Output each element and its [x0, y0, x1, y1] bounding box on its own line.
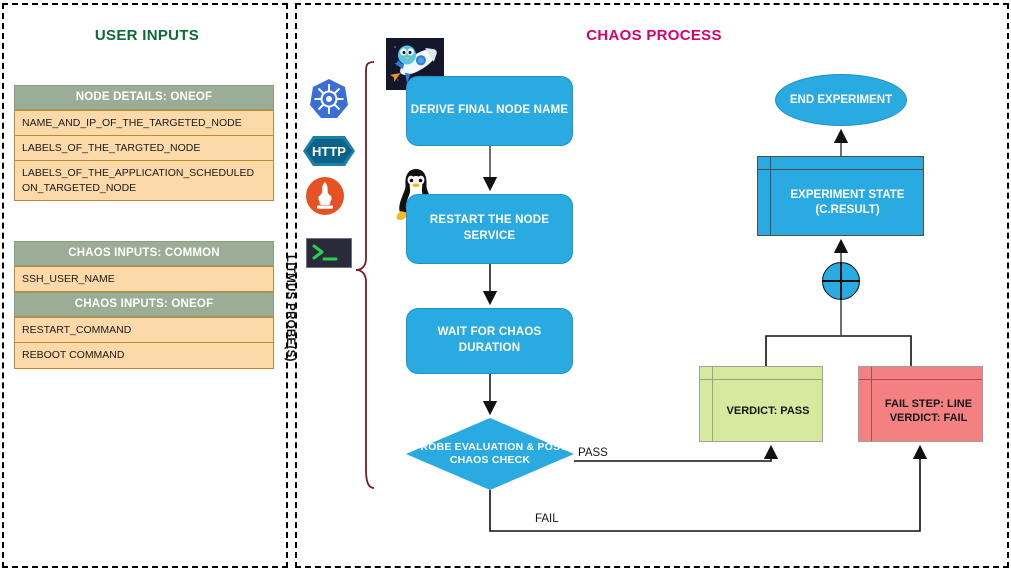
table-row[interactable]: LABELS_OF_THE_APPLICATION_SCHEDULED ON_T…: [14, 161, 274, 201]
edge-label-pass: PASS: [578, 447, 608, 459]
table-row[interactable]: REBOOT COMMAND: [14, 343, 274, 369]
command-terminal-icon: [306, 238, 352, 268]
table-row[interactable]: LABELS_OF_THE_TARGTED_NODE: [14, 136, 274, 162]
object-left-column: [859, 367, 872, 441]
object-header-bar: [859, 367, 982, 380]
table-header-node-details: NODE DETAILS: ONEOF: [14, 85, 274, 110]
kubernetes-icon: [307, 77, 351, 121]
table-header-chaos-inputs-common: CHAOS INPUTS: COMMON: [14, 241, 274, 266]
node-verdict-pass[interactable]: VERDICT: PASS: [699, 366, 823, 442]
node-verdict-fail-label: FAIL STEP: LINE VERDICT: FAIL: [884, 397, 973, 424]
page-title-user-inputs: USER INPUTS: [94, 27, 200, 44]
node-experiment-state[interactable]: EXPERIMENT STATE (C.RESULT): [757, 156, 924, 236]
node-verdict-pass-label: VERDICT: PASS: [726, 404, 810, 417]
node-probe-evaluation-decision[interactable]: PROBE EVALUATION & POST CHAOS CHECK: [406, 418, 574, 490]
chaos-inputs-table: CHAOS INPUTS: COMMON SSH_USER_NAME CHAOS…: [14, 241, 274, 369]
merge-junction-node: [822, 262, 860, 300]
table-row[interactable]: SSH_USER_NAME: [14, 266, 274, 293]
prometheus-icon: [305, 176, 345, 216]
table-header-chaos-inputs-oneof: CHAOS INPUTS: ONEOF: [14, 292, 274, 318]
http-icon: HTTP: [302, 135, 356, 167]
litmus-probes-label: LITMUS PROBE(S): [284, 255, 296, 362]
svg-text:HTTP: HTTP: [312, 144, 346, 159]
merge-vertical-line: [840, 262, 842, 300]
node-derive-final-node-name[interactable]: DERIVE FINAL NODE NAME: [406, 76, 573, 146]
object-header-bar: [758, 157, 923, 170]
table-row[interactable]: RESTART_COMMAND: [14, 317, 274, 344]
node-experiment-state-label: EXPERIMENT STATE (C.RESULT): [790, 189, 905, 216]
table-row[interactable]: NAME_AND_IP_OF_THE_TARGETED_NODE: [14, 110, 274, 137]
litmus-probes-brace: [355, 61, 375, 489]
node-probe-evaluation-label: PROBE EVALUATION & POST CHAOS CHECK: [413, 440, 567, 466]
object-header-bar: [700, 367, 822, 380]
node-end-experiment[interactable]: END EXPERIMENT: [775, 74, 907, 126]
node-verdict-fail[interactable]: FAIL STEP: LINE VERDICT: FAIL: [858, 366, 983, 442]
node-details-table: NODE DETAILS: ONEOF NAME_AND_IP_OF_THE_T…: [14, 85, 274, 201]
node-wait-for-chaos-duration[interactable]: WAIT FOR CHAOS DURATION: [406, 308, 573, 374]
edge-label-fail: FAIL: [535, 513, 559, 525]
node-restart-the-node-service[interactable]: RESTART THE NODE SERVICE: [406, 194, 573, 264]
object-left-column: [758, 157, 771, 235]
object-left-column: [700, 367, 713, 441]
